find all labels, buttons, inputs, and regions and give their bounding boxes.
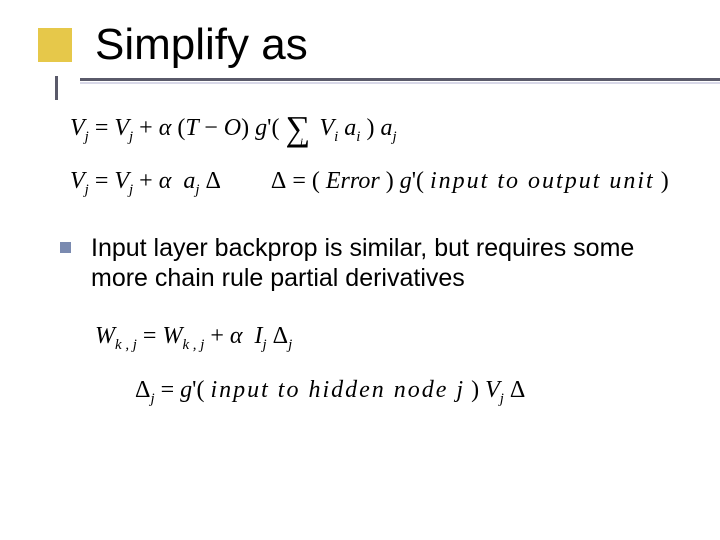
bullet-square-icon (60, 242, 71, 253)
slide-title: Simplify as (95, 20, 720, 70)
equation-2b: Δ = ( Error ) g'( input to output unit ) (271, 168, 669, 195)
equation-2-row: Vj = Vj + α aj Δ Δ = ( Error ) g'( input… (70, 168, 720, 199)
equation-3: Wk , j = Wk , j + α Ij Δj (95, 323, 720, 354)
equation-1: Vj = Vj + α (T − O) g'( ∑i Vi ai ) aj (70, 104, 720, 146)
title-accent-square (38, 28, 72, 62)
title-rule (80, 78, 720, 84)
slide-title-region: Simplify as (0, 0, 720, 84)
slide-body: Vj = Vj + α (T − O) g'( ∑i Vi ai ) aj Vj… (0, 104, 720, 408)
title-tick (55, 76, 58, 100)
bullet-text: Input layer backprop is similar, but req… (91, 233, 685, 293)
equation-2a: Vj = Vj + α aj Δ (70, 168, 221, 199)
equation-4: Δj = g'( input to hidden node j ) Vj Δ (135, 377, 720, 408)
bullet-item: Input layer backprop is similar, but req… (60, 233, 685, 293)
